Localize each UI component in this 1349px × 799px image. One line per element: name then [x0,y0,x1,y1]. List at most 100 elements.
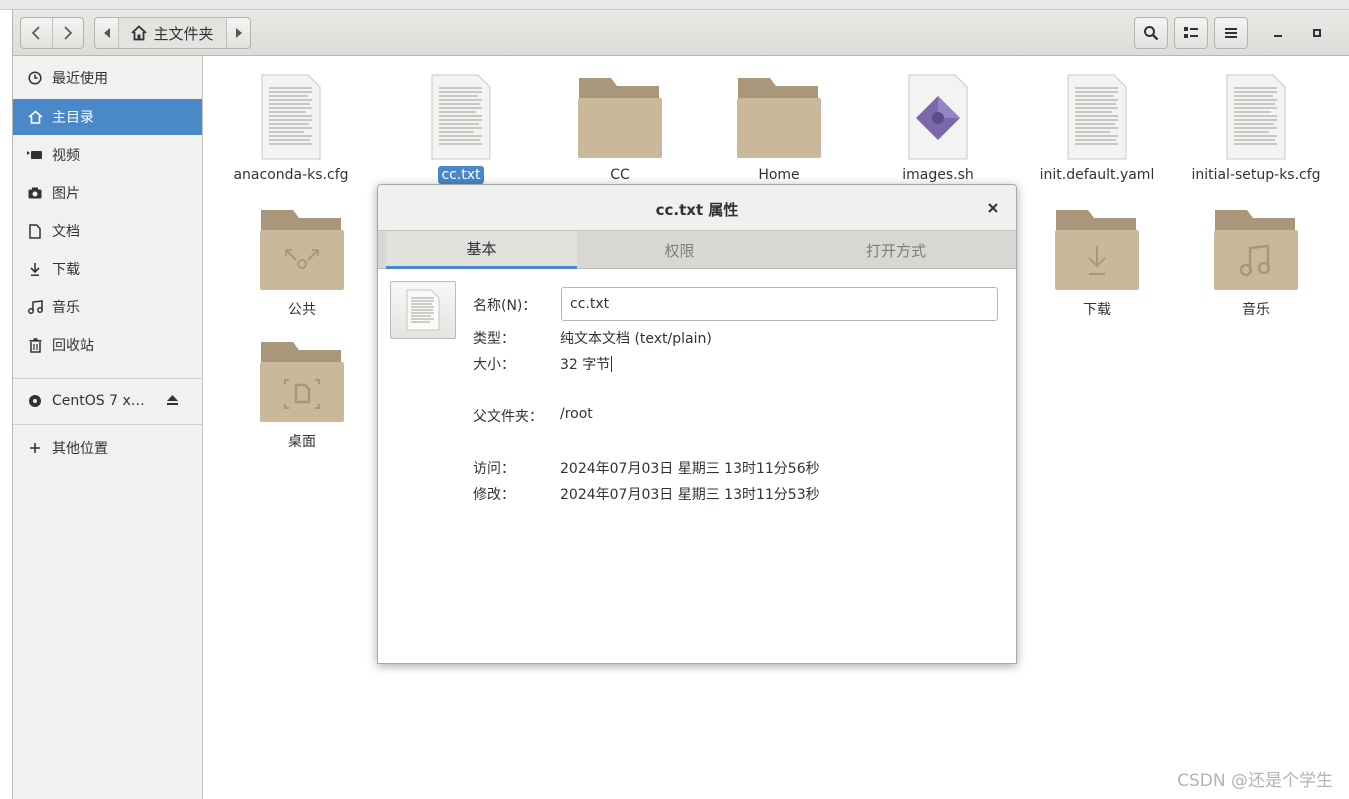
video-icon [27,147,43,163]
path-bar: 主文件夹 [94,17,251,49]
sidebar-item-device[interactable]: CentOS 7 x… [13,383,202,419]
tab-open-with[interactable]: 打开方式 [782,231,1010,269]
path-home-label: 主文件夹 [153,24,214,43]
folder-music-icon [1214,210,1298,290]
list-view-icon [1184,27,1198,38]
sidebar-item-label: 主目录 [52,110,94,126]
size-label: 大小： [473,357,515,373]
folder-share-icon [260,210,344,290]
chevron-left-icon [32,26,40,40]
file-name: init.default.yaml [1039,167,1155,183]
name-input[interactable] [561,287,998,321]
camera-icon [27,185,43,201]
sidebar-item-documents[interactable]: 文档 [13,213,202,249]
file-name: images.sh [902,167,974,183]
path-scroll-right-button[interactable] [226,18,250,48]
sidebar-item-label: 下载 [52,262,80,278]
file-item[interactable]: 音乐 [1181,206,1331,320]
maximize-icon [1313,29,1321,37]
minimize-button[interactable] [1266,17,1290,49]
watermark: CSDN @还是个学生 [1177,771,1333,791]
file-thumbnail [390,281,456,339]
view-list-button[interactable] [1174,17,1208,49]
path-home-button[interactable]: 主文件夹 [119,18,226,48]
path-scroll-left-button[interactable] [95,18,119,48]
file-item[interactable]: CC [545,74,695,184]
folder-icon [737,78,821,158]
text-file-icon [406,289,440,331]
sidebar-item-label: 图片 [52,186,80,202]
sidebar-item-label: 文档 [52,224,80,240]
parent-folder-value[interactable]: /root [560,406,593,422]
type-value: 纯文本文档 (text/plain) [560,331,712,347]
sidebar-item-label: 音乐 [52,300,80,316]
back-button[interactable] [21,18,53,48]
sidebar-item-label: 视频 [52,148,80,164]
file-item[interactable]: cc.txt [386,74,536,184]
sidebar-item-label: 最近使用 [52,71,108,87]
file-item[interactable]: initial-setup-ks.cfg [1181,74,1331,184]
dialog-close-button[interactable] [984,199,1002,217]
file-name: 下载 [1083,302,1111,318]
menu-button[interactable] [1214,17,1248,49]
sidebar-item-downloads[interactable]: 下载 [13,251,202,287]
tab-basic[interactable]: 基本 [386,231,577,269]
file-item[interactable]: anaconda-ks.cfg [216,74,366,184]
sidebar-item-pictures[interactable]: 图片 [13,175,202,211]
file-name: initial-setup-ks.cfg [1191,167,1321,183]
plus-icon [27,440,43,456]
forward-button[interactable] [53,18,84,48]
script-file-icon [908,74,968,160]
search-button[interactable] [1134,17,1168,49]
file-item[interactable]: 下载 [1022,206,1172,320]
search-icon [1144,26,1159,41]
minimize-icon [1274,35,1282,37]
sidebar-item-other-locations[interactable]: 其他位置 [13,430,202,466]
trash-icon [27,337,43,353]
type-label: 类型： [473,331,515,347]
header-bar: 主文件夹 [13,10,1349,56]
parent-folder-label: 父文件夹： [473,409,543,425]
close-icon [988,203,998,213]
eject-icon[interactable] [166,394,180,408]
folder-desktop-icon [260,342,344,422]
folder-download-icon [1055,210,1139,290]
tab-permissions[interactable]: 权限 [577,231,782,269]
sidebar-item-videos[interactable]: 视频 [13,137,202,173]
sidebar-separator [13,424,202,425]
accessed-label: 访问： [473,461,515,477]
home-icon [131,25,148,41]
triangle-right-icon [235,28,242,38]
file-name: 音乐 [1242,302,1270,318]
text-file-icon [1067,74,1127,160]
size-value-wrap[interactable]: 32 字节 [560,354,613,374]
text-file-icon [431,74,491,160]
file-item[interactable]: Home [704,74,854,184]
maximize-button[interactable] [1305,17,1329,49]
text-file-icon [1226,74,1286,160]
download-icon [27,261,43,277]
sidebar-item-recent[interactable]: 最近使用 [13,60,202,96]
text-file-icon [261,74,321,160]
file-item[interactable]: images.sh [863,74,1013,184]
text-cursor [611,356,613,372]
dialog-title: cc.txt 属性 [655,201,739,219]
file-name-selected: cc.txt [438,166,484,184]
sidebar-item-home[interactable]: 主目录 [13,99,202,135]
sidebar-item-music[interactable]: 音乐 [13,289,202,325]
file-item[interactable]: 公共 [227,206,377,320]
file-name: 桌面 [288,434,316,450]
file-item[interactable]: 桌面 [227,338,377,452]
file-name: anaconda-ks.cfg [233,167,349,183]
home-icon [27,109,43,125]
dialog-title-bar: cc.txt 属性 [378,185,1016,231]
size-value: 32 字节 [560,357,611,373]
file-item[interactable]: init.default.yaml [1022,74,1172,184]
sidebar-item-trash[interactable]: 回收站 [13,327,202,363]
sidebar-device-label: CentOS 7 x… [52,393,145,409]
sidebar: 最近使用 主目录 视频 图片 文档 下载 音乐 回收站 CentOS 7 x… … [13,56,203,799]
properties-dialog: cc.txt 属性 基本 权限 打开方式 名称(N)： 类型： 纯文本文档 (t… [377,184,1017,664]
music-icon [27,299,43,315]
file-name: CC [610,167,630,183]
modified-label: 修改： [473,487,515,503]
